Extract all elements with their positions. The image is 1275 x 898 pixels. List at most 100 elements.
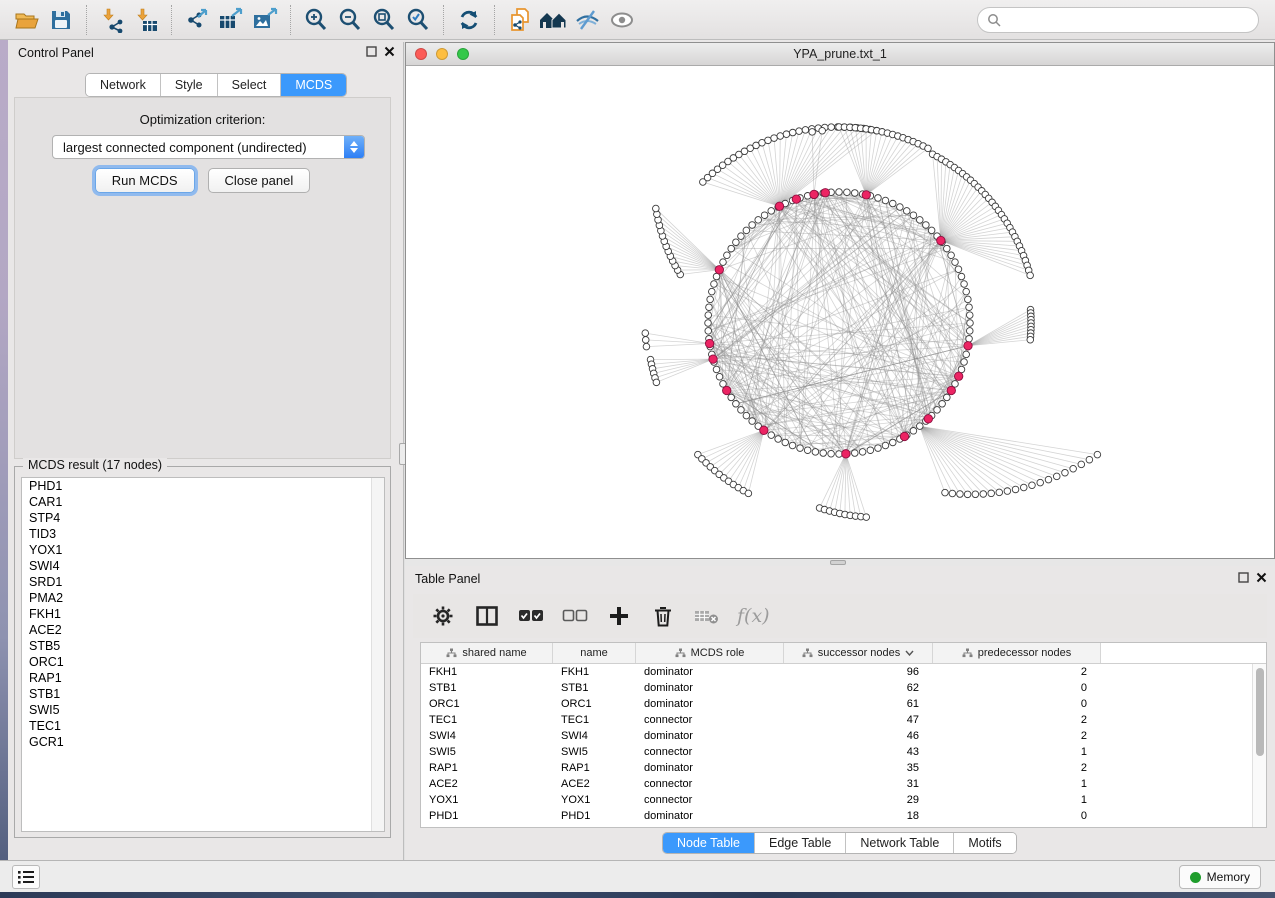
deselect-all-icon[interactable] — [561, 600, 589, 632]
clone-network-icon[interactable] — [503, 4, 537, 36]
import-table-icon[interactable] — [129, 4, 163, 36]
network-node[interactable] — [916, 423, 923, 430]
delete-row-icon[interactable] — [649, 600, 677, 632]
hide-selected-icon[interactable] — [571, 4, 605, 36]
network-node[interactable] — [875, 195, 882, 202]
network-node[interactable] — [828, 124, 835, 131]
table-scrollbar[interactable] — [1252, 664, 1266, 827]
zoom-out-icon[interactable] — [333, 4, 367, 36]
delete-table-icon[interactable] — [693, 600, 721, 632]
network-node[interactable] — [755, 217, 762, 224]
dominator-node[interactable] — [810, 190, 818, 198]
network-node[interactable] — [653, 205, 660, 212]
float-panel-icon[interactable] — [1238, 572, 1249, 583]
network-node[interactable] — [916, 217, 923, 224]
dominator-node[interactable] — [954, 372, 962, 380]
network-node[interactable] — [771, 135, 778, 142]
network-node[interactable] — [910, 428, 917, 435]
zoom-in-icon[interactable] — [299, 4, 333, 36]
function-builder-icon[interactable]: f(x) — [737, 605, 770, 627]
mcds-result-item[interactable]: TEC1 — [22, 718, 384, 734]
network-node[interactable] — [897, 204, 904, 211]
dominator-node[interactable] — [723, 386, 731, 394]
network-node[interactable] — [836, 189, 843, 196]
save-session-icon[interactable] — [44, 4, 78, 36]
settings-icon[interactable] — [429, 600, 457, 632]
dominator-node[interactable] — [821, 189, 829, 197]
network-node[interactable] — [713, 366, 720, 373]
network-node[interactable] — [1045, 476, 1052, 483]
dominator-node[interactable] — [900, 432, 908, 440]
network-node[interactable] — [882, 442, 889, 449]
tab-mcds[interactable]: MCDS — [281, 74, 346, 96]
table-row[interactable]: SWI4SWI4dominator462 — [421, 728, 1252, 744]
tab-network[interactable]: Network — [86, 74, 161, 96]
network-node[interactable] — [967, 320, 974, 327]
network-node[interactable] — [653, 379, 660, 386]
network-node[interactable] — [1012, 486, 1019, 493]
maximize-window-icon[interactable] — [457, 48, 469, 60]
mcds-result-item[interactable]: STB5 — [22, 638, 384, 654]
mcds-result-item[interactable]: CAR1 — [22, 494, 384, 510]
network-node[interactable] — [783, 131, 790, 138]
mcds-result-list[interactable]: PHD1CAR1STP4TID3YOX1SWI4SRD1PMA2FKH1ACE2… — [21, 477, 385, 832]
network-node[interactable] — [709, 288, 716, 295]
close-window-icon[interactable] — [415, 48, 427, 60]
dominator-node[interactable] — [709, 355, 717, 363]
network-node[interactable] — [966, 335, 973, 342]
network-node[interactable] — [777, 133, 784, 140]
tab-style[interactable]: Style — [161, 74, 218, 96]
network-node[interactable] — [711, 281, 718, 288]
network-node[interactable] — [820, 450, 827, 457]
network-node[interactable] — [966, 304, 973, 311]
network-node[interactable] — [944, 394, 951, 401]
network-node[interactable] — [851, 190, 858, 197]
network-node[interactable] — [828, 450, 835, 457]
network-node[interactable] — [863, 514, 870, 521]
close-panel-button[interactable]: Close panel — [208, 168, 311, 193]
float-panel-icon[interactable] — [366, 46, 377, 57]
network-node[interactable] — [745, 490, 752, 497]
network-node[interactable] — [963, 288, 970, 295]
import-network-icon[interactable] — [95, 4, 129, 36]
network-node[interactable] — [925, 145, 932, 152]
network-node[interactable] — [928, 227, 935, 234]
network-node[interactable] — [733, 400, 740, 407]
table-row[interactable]: ORC1ORC1dominator610 — [421, 696, 1252, 712]
dominator-node[interactable] — [964, 342, 972, 350]
column-header-shared-name[interactable]: shared name — [421, 643, 553, 663]
mcds-result-item[interactable]: ACE2 — [22, 622, 384, 638]
show-all-icon[interactable] — [605, 4, 639, 36]
network-node[interactable] — [961, 359, 968, 366]
table-row[interactable]: STB1STB1dominator620 — [421, 680, 1252, 696]
network-node[interactable] — [705, 312, 712, 319]
table-row[interactable]: PHD1PHD1dominator180 — [421, 808, 1252, 824]
network-node[interactable] — [1037, 479, 1044, 486]
network-node[interactable] — [948, 252, 955, 259]
mcds-result-item[interactable]: SWI5 — [22, 702, 384, 718]
minimize-window-icon[interactable] — [436, 48, 448, 60]
tab-edge-table[interactable]: Edge Table — [755, 833, 846, 853]
network-node[interactable] — [749, 418, 756, 425]
network-node[interactable] — [789, 442, 796, 449]
network-node[interactable] — [867, 447, 874, 454]
network-node[interactable] — [738, 407, 745, 414]
dominator-node[interactable] — [715, 266, 723, 274]
network-node[interactable] — [809, 129, 816, 136]
network-node[interactable] — [957, 491, 964, 498]
mcds-result-item[interactable]: PHD1 — [22, 478, 384, 494]
network-node[interactable] — [802, 127, 809, 134]
network-node[interactable] — [1027, 272, 1034, 279]
network-node[interactable] — [812, 449, 819, 456]
network-node[interactable] — [949, 490, 956, 497]
export-image-icon[interactable] — [248, 4, 282, 36]
table-scrollbar-thumb[interactable] — [1256, 668, 1264, 756]
network-node[interactable] — [923, 222, 930, 229]
network-node[interactable] — [768, 208, 775, 215]
tab-node-table[interactable]: Node Table — [663, 833, 755, 853]
network-node[interactable] — [972, 491, 979, 498]
network-node[interactable] — [958, 273, 965, 280]
mcds-result-item[interactable]: STB1 — [22, 686, 384, 702]
network-node[interactable] — [782, 439, 789, 446]
show-panels-button[interactable] — [12, 865, 40, 889]
